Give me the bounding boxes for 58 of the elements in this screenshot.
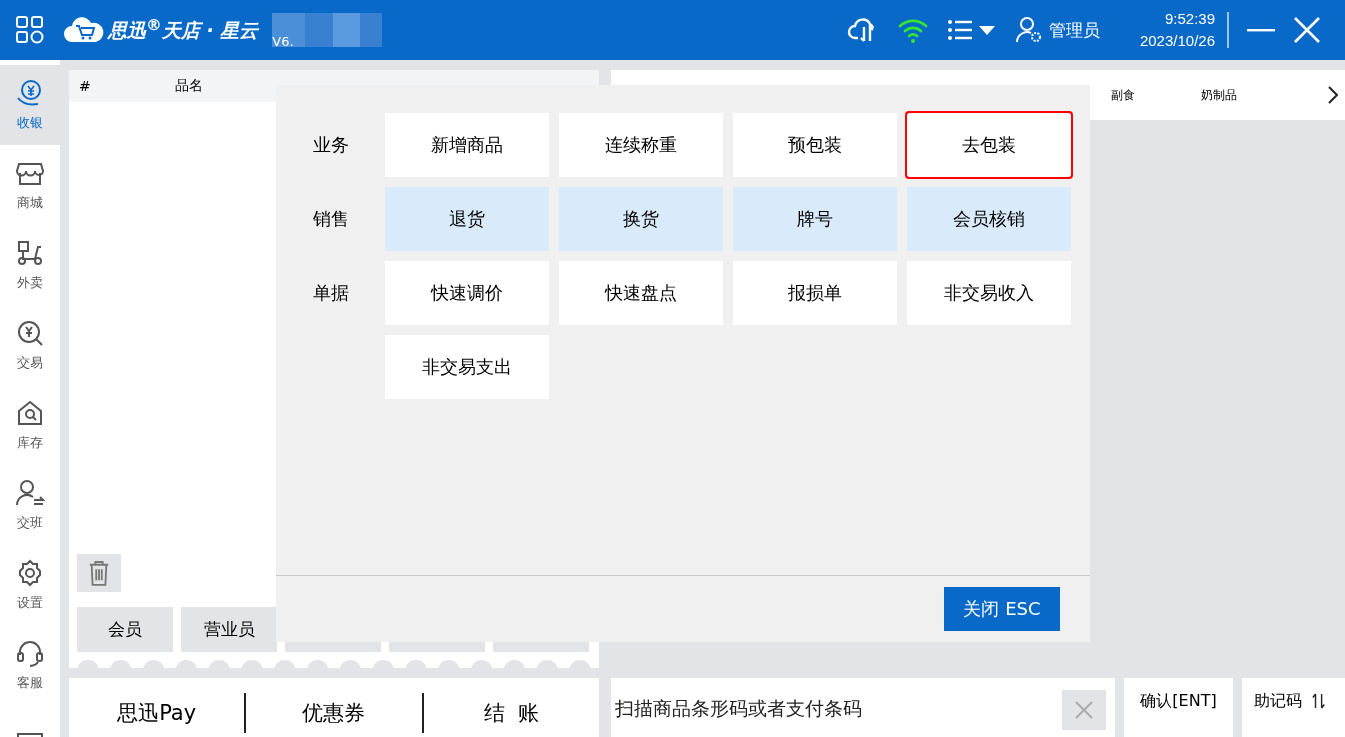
- app-grid-icon[interactable]: [16, 16, 44, 44]
- cloud-cart-icon: [64, 17, 104, 43]
- swap-arrows-icon: [1312, 692, 1326, 711]
- sidebar-item[interactable]: 客服: [0, 625, 60, 705]
- clock-date: 2023/10/26: [1139, 31, 1215, 51]
- column-header: #: [79, 78, 92, 94]
- menu-action-button[interactable]: 非交易收入: [907, 261, 1071, 325]
- menu-action-button[interactable]: 退货: [385, 187, 549, 251]
- menu-action-button[interactable]: 换货: [559, 187, 723, 251]
- group-label: 单据: [311, 281, 350, 305]
- menu-action-button[interactable]: 报损单: [733, 261, 897, 325]
- menu-action-button[interactable]: 牌号: [733, 187, 897, 251]
- menu-action-button[interactable]: 快速盘点: [559, 261, 723, 325]
- group-label: 业务: [311, 133, 350, 157]
- sidebar-item[interactable]: 交易: [0, 305, 60, 385]
- delete-button[interactable]: [77, 554, 121, 593]
- version-text: V6.: [272, 34, 294, 49]
- category-tab[interactable]: 副食: [1111, 86, 1201, 104]
- mnemonic-button[interactable]: 助记码: [1242, 678, 1345, 737]
- user-settings-icon[interactable]: [1014, 16, 1043, 44]
- close-dialog-button[interactable]: 关闭 ESC: [944, 587, 1060, 631]
- yen-search-icon: [15, 318, 45, 348]
- payment-button[interactable]: 结 账: [421, 693, 599, 734]
- person-swap-icon: [15, 478, 45, 508]
- trash-icon: [88, 559, 110, 588]
- user-name[interactable]: 管理员: [1048, 18, 1100, 42]
- menu-action-button[interactable]: 去包装: [907, 113, 1071, 177]
- scan-field[interactable]: 扫描商品条形码或者支付条码: [611, 678, 1115, 737]
- clock-time: 9:52:39: [1164, 9, 1215, 29]
- sidebar-item[interactable]: 设置: [0, 545, 60, 625]
- order-button[interactable]: 营业员: [181, 607, 277, 653]
- menu-icon[interactable]: [946, 18, 997, 42]
- category-tab[interactable]: 奶制品: [1201, 86, 1291, 104]
- menu-action-button[interactable]: 非交易支出: [385, 335, 549, 399]
- app-logo-text: 思迅$^{®}$天店 · 星云: [108, 15, 259, 44]
- wifi-icon[interactable]: [896, 16, 929, 44]
- sidebar-item[interactable]: 交班: [0, 465, 60, 545]
- group-label: 销售: [311, 207, 350, 231]
- order-button[interactable]: 会员: [77, 607, 173, 653]
- menu-action-button[interactable]: 预包装: [733, 113, 897, 177]
- sidebar-item[interactable]: 商城: [0, 145, 60, 225]
- menu-action-button[interactable]: 快速调价: [385, 261, 549, 325]
- sidebar-item[interactable]: 库存: [0, 385, 60, 465]
- sidebar-item[interactable]: 外卖: [0, 225, 60, 305]
- sidebar-item[interactable]: 收银: [0, 65, 60, 145]
- house-search-icon: [15, 398, 45, 428]
- payment-button[interactable]: 思迅Pay: [69, 693, 245, 734]
- menu-action-button[interactable]: 连续称重: [559, 113, 723, 177]
- column-header: 品名: [175, 77, 203, 95]
- close-icon[interactable]: [1293, 16, 1321, 44]
- menu-action-button[interactable]: 新增商品: [385, 113, 549, 177]
- close-icon: [1074, 700, 1094, 721]
- chevron-right-icon[interactable]: [1327, 85, 1339, 105]
- scooter-icon: [15, 238, 45, 268]
- menu-action-button[interactable]: 会员核销: [907, 187, 1071, 251]
- payment-button[interactable]: 优惠券: [244, 693, 422, 734]
- confirm-button[interactable]: 确认[ENT]: [1124, 678, 1233, 737]
- headset-icon: [15, 638, 45, 668]
